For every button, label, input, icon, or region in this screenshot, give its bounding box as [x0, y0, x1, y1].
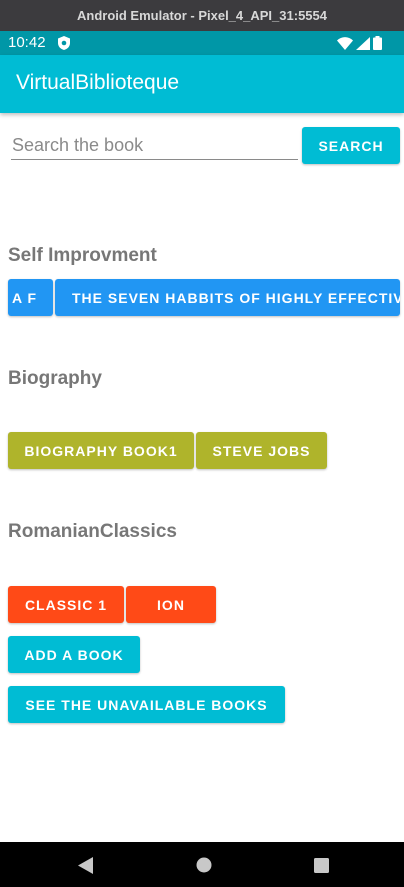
navigation-bar [0, 842, 404, 887]
emulator-title-bar: Android Emulator - Pixel_4_API_31:5554 [0, 0, 404, 31]
status-bar: 10:42 [0, 31, 404, 55]
emulator-title: Android Emulator - Pixel_4_API_31:5554 [77, 8, 327, 23]
app-bar: VirtualBiblioteque [0, 55, 404, 113]
book-button-ion[interactable]: ION [126, 586, 216, 623]
book-button-seven-habits[interactable]: THE SEVEN HABBITS OF HIGHLY EFFECTIV [55, 279, 400, 316]
add-book-button[interactable]: ADD A BOOK [8, 636, 140, 673]
back-icon[interactable] [78, 857, 93, 874]
wifi-icon [337, 36, 353, 50]
battery-icon [373, 36, 382, 50]
signal-icon [356, 36, 370, 50]
book-button-steve-jobs[interactable]: STEVE JOBS [196, 432, 327, 469]
book-button-a-f[interactable]: A F [8, 279, 53, 316]
home-icon[interactable] [196, 857, 212, 873]
recents-icon[interactable] [314, 858, 329, 873]
status-time: 10:42 [8, 34, 46, 51]
category-title-self-improvement: Self Improvment [8, 245, 157, 266]
search-input[interactable] [11, 131, 298, 160]
category-title-romanian-classics: RomanianClassics [8, 521, 177, 542]
book-button-classic-1[interactable]: CLASSIC 1 [8, 586, 124, 623]
see-unavailable-books-button[interactable]: SEE THE UNAVAILABLE BOOKS [8, 686, 285, 723]
book-button-biography-book1[interactable]: BIOGRAPHY BOOK1 [8, 432, 194, 469]
shield-icon [58, 36, 70, 50]
category-title-biography: Biography [8, 368, 102, 389]
search-button[interactable]: SEARCH [302, 127, 400, 164]
status-icons [337, 36, 382, 50]
app-title: VirtualBiblioteque [16, 71, 180, 94]
